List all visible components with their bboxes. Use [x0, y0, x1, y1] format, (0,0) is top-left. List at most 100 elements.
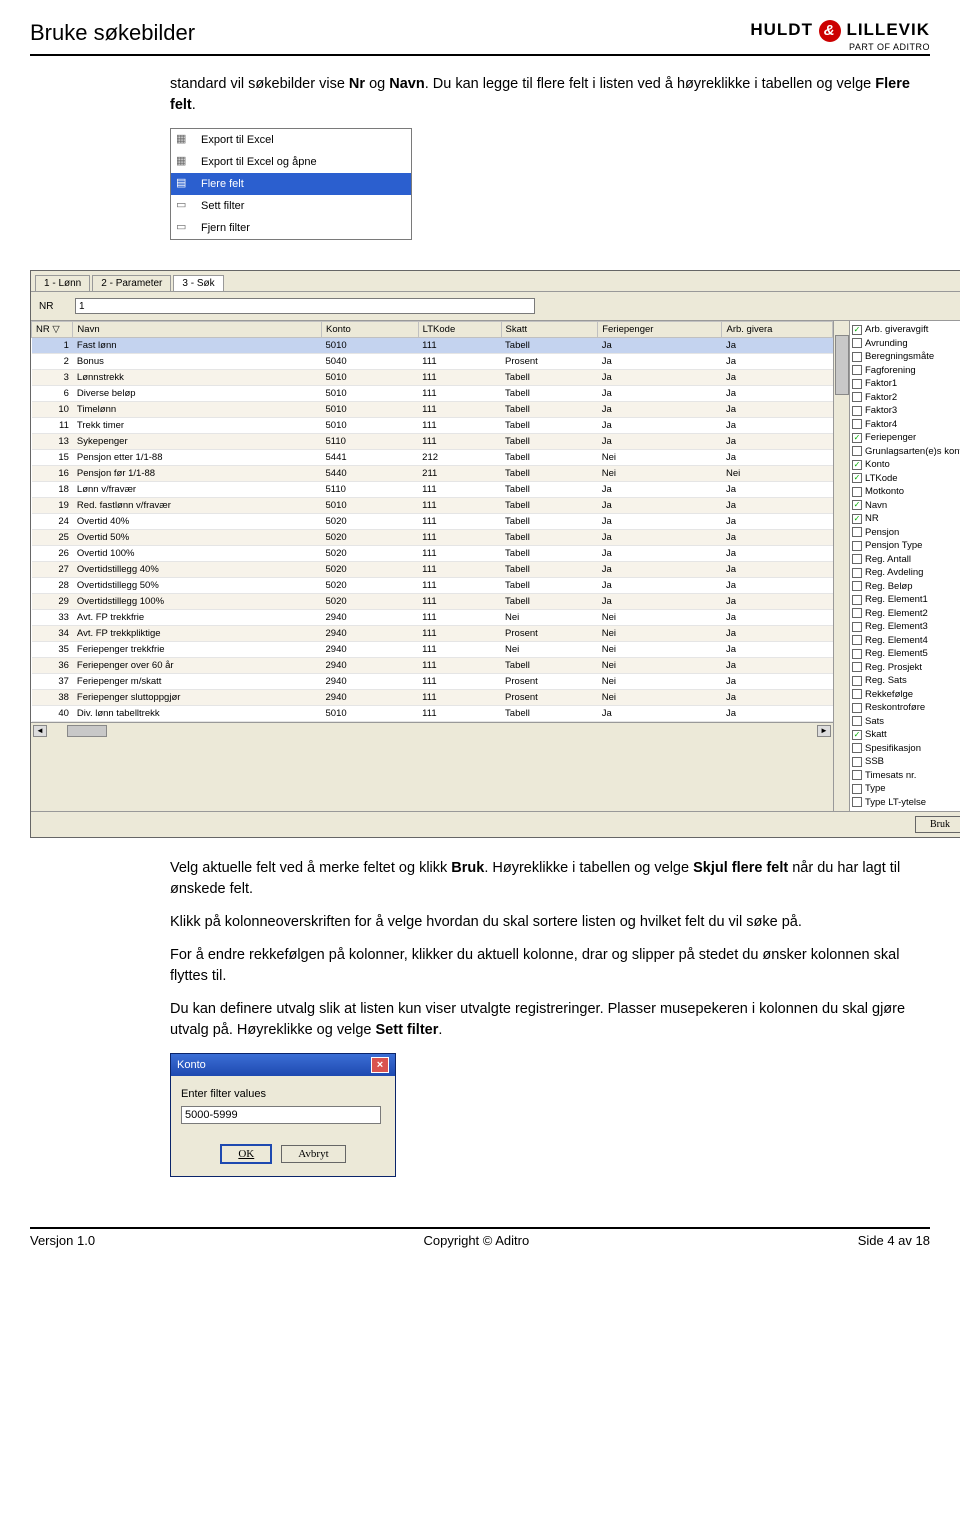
field-list-item[interactable]: Faktor4	[850, 418, 960, 432]
table-row[interactable]: 1Fast lønn5010111TabellJaJa	[32, 338, 833, 354]
field-list-item[interactable]: Timesats nr.	[850, 769, 960, 783]
checkbox-icon[interactable]	[852, 379, 862, 389]
checkbox-icon[interactable]	[852, 716, 862, 726]
checkbox-icon[interactable]	[852, 338, 862, 348]
field-list-item[interactable]: Sats	[850, 715, 960, 729]
field-list-item[interactable]: Avrunding	[850, 337, 960, 351]
checkbox-icon[interactable]: ✓	[852, 325, 862, 335]
table-row[interactable]: 2Bonus5040111ProsentJaJa	[32, 354, 833, 370]
checkbox-icon[interactable]	[852, 689, 862, 699]
field-list-item[interactable]: Reg. Antall	[850, 553, 960, 567]
field-list-item[interactable]: Beregningsmåte	[850, 350, 960, 364]
context-menu-item[interactable]: ▦Export til Excel	[171, 129, 411, 151]
table-row[interactable]: 15Pensjon etter 1/1-885441212TabellNeiJa	[32, 450, 833, 466]
filter-value-input[interactable]	[181, 1106, 381, 1124]
checkbox-icon[interactable]	[852, 784, 862, 794]
context-menu-item[interactable]: ▭Fjern filter	[171, 217, 411, 239]
checkbox-icon[interactable]	[852, 608, 862, 618]
checkbox-icon[interactable]	[852, 568, 862, 578]
context-menu-item[interactable]: ▭Sett filter	[171, 195, 411, 217]
column-header[interactable]: Konto	[322, 322, 419, 338]
checkbox-icon[interactable]	[852, 635, 862, 645]
checkbox-icon[interactable]	[852, 541, 862, 551]
field-list-item[interactable]: Reskontroføre	[850, 701, 960, 715]
checkbox-icon[interactable]	[852, 662, 862, 672]
table-row[interactable]: 24Overtid 40%5020111TabellJaJa	[32, 514, 833, 530]
field-list-item[interactable]: ✓LTKode	[850, 472, 960, 486]
tab[interactable]: 2 - Parameter	[92, 275, 171, 291]
checkbox-icon[interactable]	[852, 554, 862, 564]
table-row[interactable]: 13Sykepenger5110111TabellJaJa	[32, 434, 833, 450]
checkbox-icon[interactable]	[852, 365, 862, 375]
table-row[interactable]: 38Feriepenger sluttoppgjør2940111Prosent…	[32, 690, 833, 706]
field-list-item[interactable]: Fagforening	[850, 364, 960, 378]
field-list-item[interactable]: Grunlagsarten(e)s kontostreng	[850, 445, 960, 459]
field-list-item[interactable]: Reg. Element1	[850, 593, 960, 607]
column-header[interactable]: Feriepenger	[598, 322, 722, 338]
field-list-item[interactable]: Faktor2	[850, 391, 960, 405]
ok-button[interactable]: OK	[220, 1144, 272, 1164]
horizontal-scrollbar[interactable]: ◄ ►	[31, 722, 833, 738]
checkbox-icon[interactable]	[852, 487, 862, 497]
checkbox-icon[interactable]: ✓	[852, 473, 862, 483]
checkbox-icon[interactable]	[852, 595, 862, 605]
field-list-item[interactable]: ✓Konto	[850, 458, 960, 472]
field-list-item[interactable]: ✓Feriepenger	[850, 431, 960, 445]
checkbox-icon[interactable]: ✓	[852, 433, 862, 443]
column-header[interactable]: LTKode	[418, 322, 501, 338]
table-row[interactable]: 35Feriepenger trekkfrie2940111NeiNeiJa	[32, 642, 833, 658]
table-row[interactable]: 28Overtidstillegg 50%5020111TabellJaJa	[32, 578, 833, 594]
table-row[interactable]: 6Diverse beløp5010111TabellJaJa	[32, 386, 833, 402]
field-list-item[interactable]: Reg. Sats	[850, 674, 960, 688]
table-row[interactable]: 29Overtidstillegg 100%5020111TabellJaJa	[32, 594, 833, 610]
checkbox-icon[interactable]	[852, 703, 862, 713]
close-icon[interactable]: ×	[371, 1057, 389, 1073]
checkbox-icon[interactable]	[852, 797, 862, 807]
field-list-item[interactable]: Rekkefølge	[850, 688, 960, 702]
column-header[interactable]: Navn	[73, 322, 322, 338]
checkbox-icon[interactable]	[852, 419, 862, 429]
table-row[interactable]: 3Lønnstrekk5010111TabellJaJa	[32, 370, 833, 386]
checkbox-icon[interactable]: ✓	[852, 500, 862, 510]
checkbox-icon[interactable]: ✓	[852, 460, 862, 470]
checkbox-icon[interactable]	[852, 446, 862, 456]
field-list-item[interactable]: SSB	[850, 755, 960, 769]
checkbox-icon[interactable]	[852, 406, 862, 416]
field-list-item[interactable]: Reg. Element4	[850, 634, 960, 648]
table-row[interactable]: 27Overtidstillegg 40%5020111TabellJaJa	[32, 562, 833, 578]
field-list-item[interactable]: Pensjon	[850, 526, 960, 540]
field-list-item[interactable]: Reg. Element3	[850, 620, 960, 634]
checkbox-icon[interactable]	[852, 649, 862, 659]
checkbox-icon[interactable]	[852, 581, 862, 591]
field-list-item[interactable]: Type LT-ytelse	[850, 796, 960, 810]
checkbox-icon[interactable]: ✓	[852, 514, 862, 524]
table-row[interactable]: 25Overtid 50%5020111TabellJaJa	[32, 530, 833, 546]
checkbox-icon[interactable]	[852, 770, 862, 780]
scroll-left-icon[interactable]: ◄	[33, 725, 47, 737]
table-row[interactable]: 34Avt. FP trekkpliktige2940111ProsentNei…	[32, 626, 833, 642]
scroll-thumb[interactable]	[67, 725, 107, 737]
checkbox-icon[interactable]	[852, 676, 862, 686]
table-row[interactable]: 37Feriepenger m/skatt2940111ProsentNeiJa	[32, 674, 833, 690]
field-list-item[interactable]: ✓Navn	[850, 499, 960, 513]
column-header[interactable]: Skatt	[501, 322, 598, 338]
field-list-item[interactable]: Type	[850, 782, 960, 796]
tab[interactable]: 1 - Lønn	[35, 275, 90, 291]
table-row[interactable]: 18Lønn v/fravær5110111TabellJaJa	[32, 482, 833, 498]
cancel-button[interactable]: Avbryt	[281, 1145, 345, 1163]
scroll-right-icon[interactable]: ►	[817, 725, 831, 737]
field-list-item[interactable]: Spesifikasjon	[850, 742, 960, 756]
context-menu-item[interactable]: ▦Export til Excel og åpne	[171, 151, 411, 173]
table-row[interactable]: 40Div. lønn tabelltrekk5010111TabellJaJa	[32, 706, 833, 722]
vertical-scrollbar[interactable]	[833, 321, 849, 811]
apply-button[interactable]: Bruk	[915, 816, 960, 833]
field-list-item[interactable]: Faktor3	[850, 404, 960, 418]
tab[interactable]: 3 - Søk	[173, 275, 223, 291]
context-menu-item[interactable]: ▤Flere felt	[171, 173, 411, 195]
table-row[interactable]: 26Overtid 100%5020111TabellJaJa	[32, 546, 833, 562]
column-header[interactable]: Arb. givera	[722, 322, 833, 338]
table-row[interactable]: 10Timelønn5010111TabellJaJa	[32, 402, 833, 418]
field-list-item[interactable]: Reg. Element5	[850, 647, 960, 661]
table-row[interactable]: 16Pensjon før 1/1-885440211TabellNeiNei	[32, 466, 833, 482]
checkbox-icon[interactable]	[852, 743, 862, 753]
